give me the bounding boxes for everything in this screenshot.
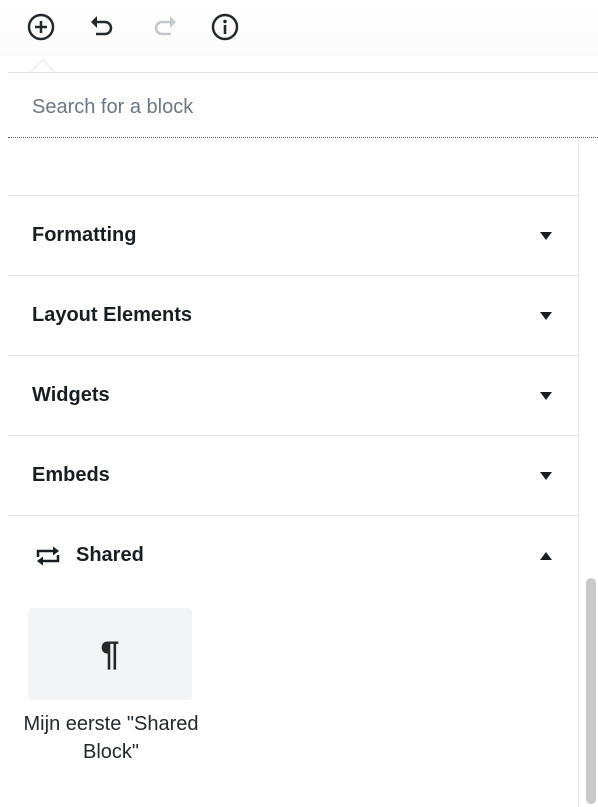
block-search-input[interactable] <box>32 93 572 121</box>
category-layout-elements[interactable]: Layout Elements <box>8 276 578 356</box>
shared-block-item[interactable]: ¶ <box>28 608 192 700</box>
category-formatting[interactable]: Formatting <box>8 196 578 276</box>
undo-button[interactable] <box>85 10 119 44</box>
shared-block-label[interactable]: Mijn eerste "Shared Block" <box>22 710 200 766</box>
scrollbar-thumb[interactable] <box>586 578 596 804</box>
category-label: Widgets <box>32 384 110 406</box>
category-widgets[interactable]: Widgets <box>8 356 578 436</box>
popover-arrow <box>30 59 56 73</box>
editor-toolbar <box>0 0 598 56</box>
block-inserter-popover: Formatting Layout Elements Widgets Embed… <box>8 72 598 807</box>
category-label: Formatting <box>32 224 137 246</box>
category-label: Shared <box>76 544 144 566</box>
block-search <box>8 73 598 138</box>
shared-loop-icon <box>36 546 60 566</box>
triangle-down-icon <box>540 471 552 480</box>
triangle-up-icon <box>540 551 552 560</box>
block-category-list[interactable]: Formatting Layout Elements Widgets Embed… <box>8 138 579 807</box>
triangle-down-icon <box>540 391 552 400</box>
triangle-down-icon <box>540 311 552 320</box>
category-shared[interactable]: Shared <box>8 516 578 595</box>
category-embeds[interactable]: Embeds <box>8 436 578 516</box>
undo-icon <box>91 16 113 36</box>
add-block-button[interactable] <box>24 10 58 44</box>
redo-button[interactable] <box>148 10 182 44</box>
clipped-text-fragment <box>158 138 174 142</box>
redo-icon <box>154 16 176 36</box>
plus-circle-icon <box>27 13 55 41</box>
info-icon <box>211 13 239 41</box>
info-button[interactable] <box>208 10 242 44</box>
paragraph-icon: ¶ <box>100 634 120 673</box>
category-label: Layout Elements <box>32 304 193 326</box>
clipped-panel <box>8 138 578 196</box>
category-label: Embeds <box>32 464 110 486</box>
triangle-down-icon <box>540 231 552 240</box>
